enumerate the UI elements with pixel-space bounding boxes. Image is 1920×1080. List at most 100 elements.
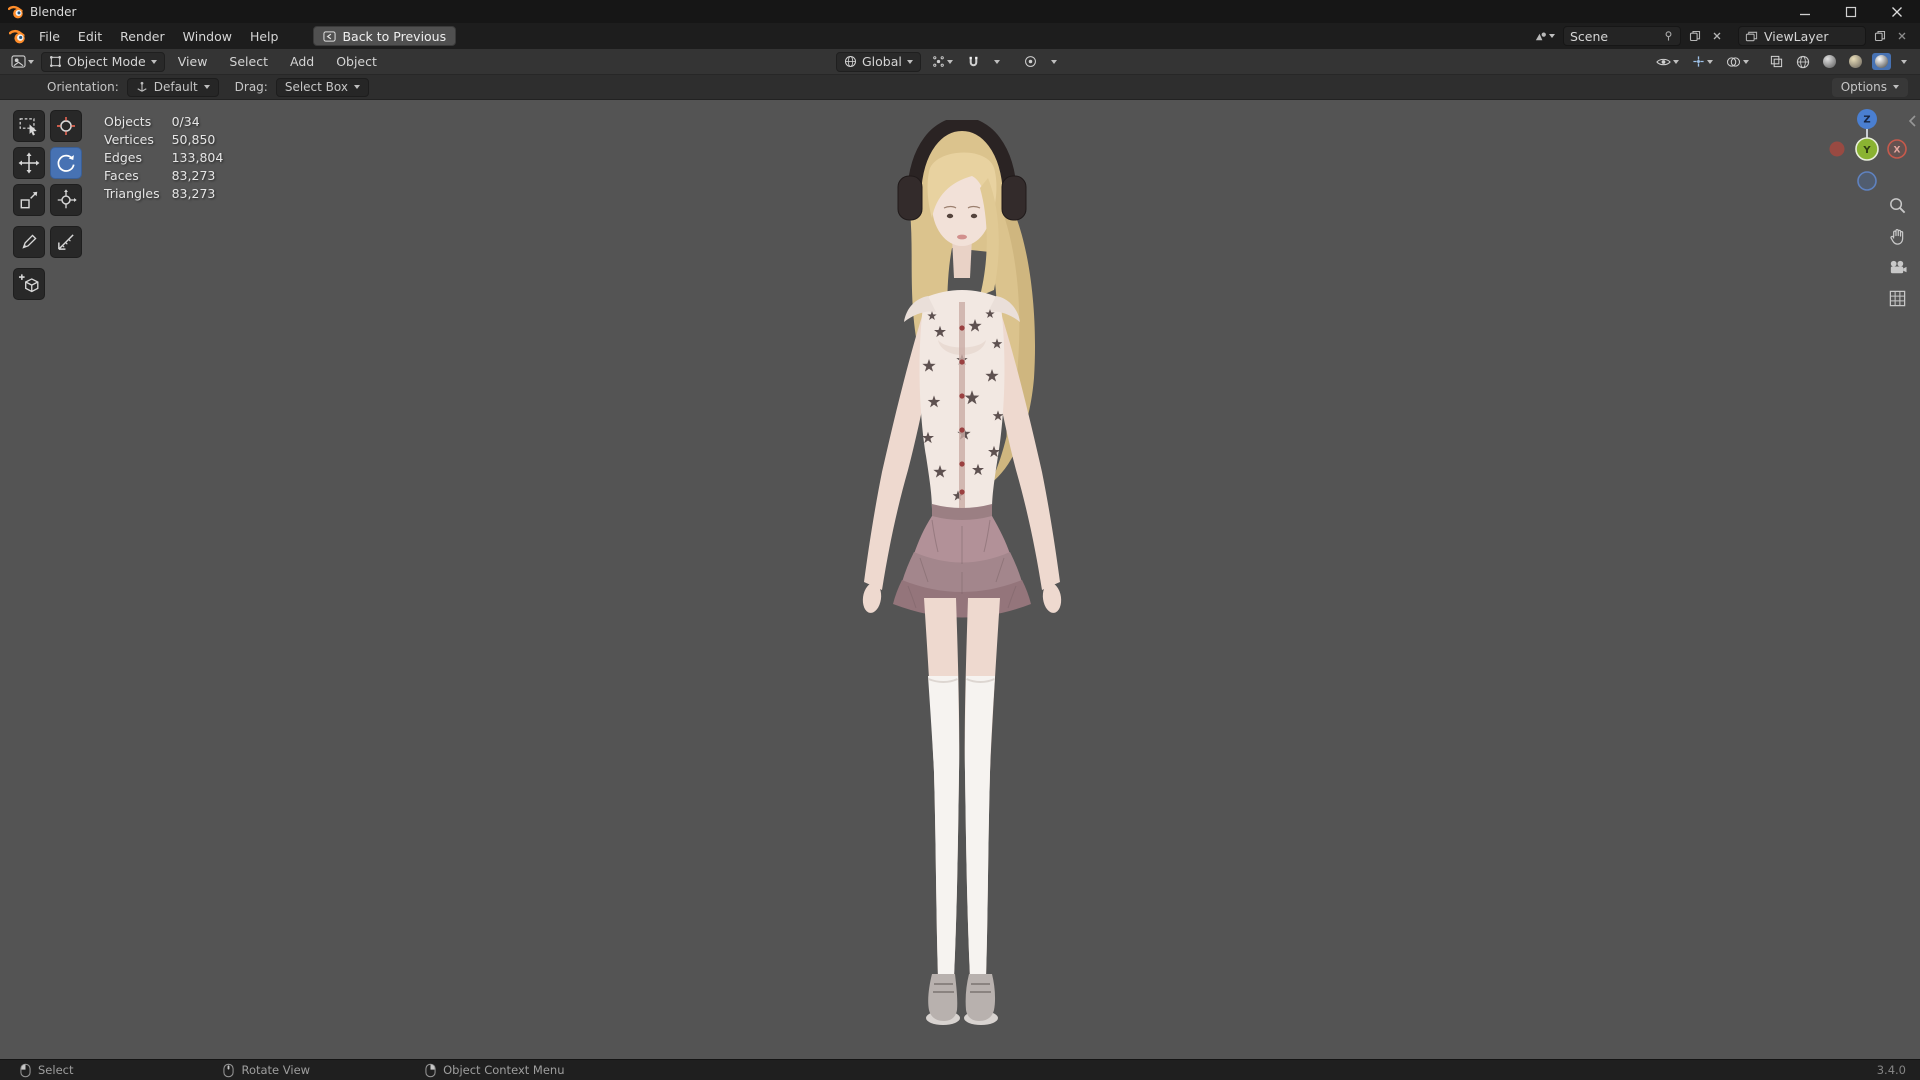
lips bbox=[957, 235, 967, 240]
tool-orientation-value: Default bbox=[154, 80, 198, 94]
stat-value: 50,850 bbox=[172, 133, 224, 147]
tool-move[interactable] bbox=[13, 147, 45, 179]
duplicate-icon bbox=[1689, 30, 1701, 42]
tool-cursor[interactable] bbox=[50, 110, 82, 142]
close-button[interactable] bbox=[1874, 0, 1920, 23]
camera-icon bbox=[1888, 258, 1907, 277]
viewport-3d[interactable]: Objects0/34 Vertices50,850 Edges133,804 … bbox=[0, 100, 1920, 1059]
menu-render[interactable]: Render bbox=[111, 26, 174, 46]
shading-solid-button[interactable] bbox=[1820, 53, 1839, 70]
transform-orientation-dropdown[interactable]: Global bbox=[836, 52, 921, 72]
stat-label: Edges bbox=[104, 151, 160, 165]
toggle-xray-button[interactable] bbox=[1767, 53, 1786, 70]
remove-viewlayer-button[interactable] bbox=[1894, 29, 1910, 43]
menu-select[interactable]: Select bbox=[220, 52, 277, 72]
shading-material-button[interactable] bbox=[1846, 53, 1865, 70]
gizmo-icon bbox=[1692, 55, 1705, 68]
back-to-previous-button[interactable]: Back to Previous bbox=[313, 26, 456, 46]
unlink-scene-button[interactable] bbox=[1709, 29, 1725, 43]
close-x-icon bbox=[1897, 31, 1907, 41]
chevron-down-icon bbox=[1673, 60, 1679, 64]
axis-z-negative-button[interactable] bbox=[1858, 172, 1876, 190]
tool-scale[interactable] bbox=[13, 184, 45, 216]
snap-settings-dropdown[interactable] bbox=[991, 58, 1003, 66]
drag-mode-dropdown[interactable]: Select Box bbox=[276, 78, 369, 97]
mode-selector[interactable]: Object Mode bbox=[41, 52, 165, 72]
xray-icon bbox=[1770, 55, 1783, 68]
chevron-down-icon bbox=[947, 60, 953, 64]
menu-object[interactable]: Object bbox=[327, 52, 386, 72]
proportional-falloff-dropdown[interactable] bbox=[1048, 58, 1060, 66]
snap-toggle[interactable] bbox=[964, 53, 983, 70]
show-overlays-toggle[interactable] bbox=[1723, 54, 1752, 70]
blender-window: Blender File Edit Render Window bbox=[0, 0, 1920, 1080]
magnifier-icon bbox=[1888, 196, 1907, 215]
new-scene-button[interactable] bbox=[1686, 28, 1704, 44]
viewlayer-name-field[interactable]: ViewLayer bbox=[1738, 26, 1866, 46]
character-model[interactable] bbox=[832, 120, 1092, 1030]
chevron-down-icon bbox=[1893, 85, 1899, 89]
solid-sphere-icon bbox=[1823, 55, 1836, 68]
new-viewlayer-button[interactable] bbox=[1871, 28, 1889, 44]
pan-control[interactable] bbox=[1887, 226, 1907, 246]
stat-value: 0/34 bbox=[172, 115, 224, 129]
sidebar-toggle[interactable] bbox=[1908, 114, 1917, 131]
tool-select-box[interactable] bbox=[13, 110, 45, 142]
mouse-mmb-icon bbox=[223, 1063, 234, 1078]
editor-type-icon bbox=[11, 55, 26, 68]
zoom-control[interactable] bbox=[1887, 195, 1907, 215]
stat-value: 133,804 bbox=[172, 151, 224, 165]
object-type-visibility-dropdown[interactable] bbox=[1653, 54, 1682, 70]
editor-type-button[interactable] bbox=[8, 53, 37, 70]
eye-left bbox=[947, 214, 953, 218]
camera-view-control[interactable] bbox=[1887, 257, 1907, 277]
navigation-gizmo[interactable]: Z X Y bbox=[1827, 101, 1907, 201]
proportional-editing-toggle[interactable] bbox=[1021, 53, 1040, 70]
scale-icon bbox=[18, 189, 40, 211]
stocking-left bbox=[928, 676, 959, 976]
orientation-label: Orientation: bbox=[47, 80, 119, 94]
menu-file[interactable]: File bbox=[30, 26, 69, 46]
shading-wireframe-button[interactable] bbox=[1793, 53, 1813, 71]
show-gizmo-toggle[interactable] bbox=[1689, 53, 1716, 70]
maximize-icon bbox=[1845, 6, 1857, 18]
tool-measure[interactable] bbox=[50, 226, 82, 258]
options-dropdown[interactable]: Options bbox=[1832, 78, 1908, 97]
mouse-lmb-icon bbox=[20, 1063, 31, 1078]
menu-add[interactable]: Add bbox=[281, 52, 323, 72]
tool-add-cube[interactable] bbox=[13, 268, 45, 300]
ortho-perspective-control[interactable] bbox=[1887, 288, 1907, 308]
hint-context-menu-label: Object Context Menu bbox=[443, 1063, 564, 1077]
tool-orientation-dropdown[interactable]: Default bbox=[127, 78, 219, 97]
object-mode-icon bbox=[49, 55, 62, 68]
shading-settings-dropdown[interactable] bbox=[1898, 58, 1910, 66]
scene-name-field[interactable]: Scene bbox=[1563, 26, 1681, 46]
maximize-button[interactable] bbox=[1828, 0, 1874, 23]
close-x-icon bbox=[1712, 31, 1722, 41]
mode-selector-label: Object Mode bbox=[67, 54, 146, 69]
axis-x-negative-button[interactable] bbox=[1830, 142, 1845, 157]
tool-rotate[interactable] bbox=[50, 147, 82, 179]
stat-value: 83,273 bbox=[172, 169, 224, 183]
wireframe-sphere-icon bbox=[1796, 55, 1810, 69]
viewport-side-controls bbox=[1887, 195, 1907, 308]
menu-edit[interactable]: Edit bbox=[69, 26, 111, 46]
menu-view[interactable]: View bbox=[169, 52, 217, 72]
pivot-point-dropdown[interactable] bbox=[929, 53, 956, 70]
axis-icon bbox=[136, 81, 148, 93]
pin-icon[interactable] bbox=[1663, 30, 1674, 42]
shading-rendered-button[interactable] bbox=[1872, 53, 1891, 70]
hand-icon bbox=[1888, 227, 1907, 246]
menu-help[interactable]: Help bbox=[241, 26, 288, 46]
globe-icon bbox=[844, 55, 857, 68]
blender-version: 3.4.0 bbox=[1877, 1063, 1906, 1077]
minimize-button[interactable] bbox=[1782, 0, 1828, 23]
scene-name: Scene bbox=[1570, 29, 1657, 44]
rendered-sphere-icon bbox=[1875, 55, 1888, 68]
tool-transform[interactable] bbox=[50, 184, 82, 216]
blender-menu-logo-icon[interactable] bbox=[9, 29, 26, 44]
chevron-down-icon bbox=[907, 60, 913, 64]
menu-window[interactable]: Window bbox=[174, 26, 241, 46]
tool-annotate[interactable] bbox=[13, 226, 45, 258]
browse-scene-button[interactable] bbox=[1531, 28, 1558, 45]
